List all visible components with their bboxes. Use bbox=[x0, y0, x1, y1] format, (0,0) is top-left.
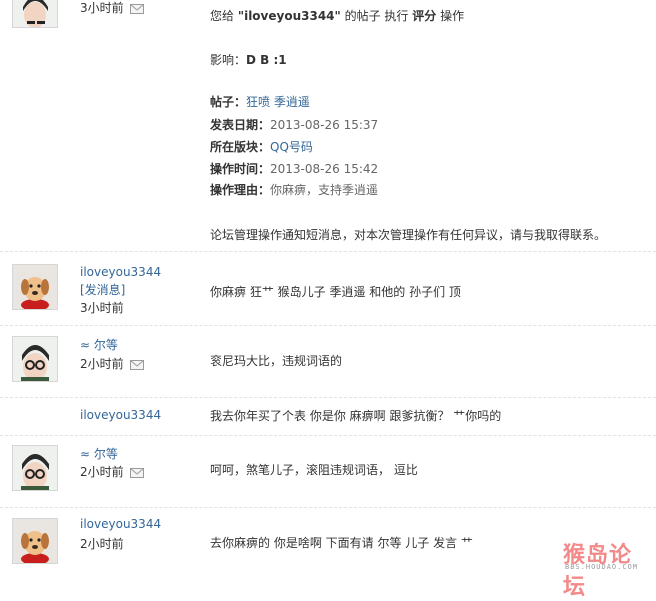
list-item: iloveyou3344 2小时前 去你麻痹的 你是啥啊 下面有请 尔等 儿子 … bbox=[0, 508, 656, 576]
message-content: 呵呵，煞笔儿子，滚阻违规词语， 逗比 bbox=[210, 463, 418, 477]
message-time: 3小时前 bbox=[80, 1, 124, 15]
message-time: 2小时前 bbox=[80, 535, 124, 552]
avatar[interactable] bbox=[12, 518, 58, 564]
field-label: 操作理由： bbox=[210, 183, 271, 197]
watermark-url: BBS.HOUDAO.COM bbox=[565, 563, 639, 571]
message-meta: 2小时前 bbox=[80, 463, 144, 480]
text-segment: 您给 bbox=[210, 9, 238, 23]
envelope-icon[interactable] bbox=[129, 359, 144, 370]
time-text: 2小时前 bbox=[80, 537, 124, 551]
username-link[interactable]: iloveyou3344 bbox=[80, 517, 161, 531]
thread-link[interactable]: 狂喷 季逍遥 bbox=[246, 95, 310, 109]
field-label: 所在版块： bbox=[210, 140, 271, 154]
message-meta: 3小时前 bbox=[80, 0, 144, 16]
site-watermark: 猴岛论坛 BBS.HOUDAO.COM bbox=[563, 537, 653, 600]
field-value: 你麻痹，支持季逍遥 bbox=[270, 183, 379, 197]
field-label: 操作时间： bbox=[210, 162, 271, 176]
time-text: 3小时前 bbox=[80, 301, 124, 315]
action-name: 评分 bbox=[412, 9, 437, 23]
field-label: 发表日期： bbox=[210, 118, 271, 132]
username-link[interactable]: iloveyou3344 bbox=[80, 265, 161, 279]
avatar[interactable] bbox=[12, 336, 58, 382]
time-text: 2小时前 bbox=[80, 357, 124, 371]
impact-value: D B :1 bbox=[246, 53, 287, 67]
message-content: 我去你年买了个表 你是你 麻痹啊 跟爹抗衡？ 艹你吗的 bbox=[210, 409, 502, 423]
impact-line: 影响：D B :1 bbox=[210, 51, 287, 68]
avatar[interactable] bbox=[12, 445, 58, 491]
list-item: ≈ 尔等 2小时前 衮尼玛大比，违规词语的 bbox=[0, 326, 656, 396]
avatar[interactable] bbox=[12, 264, 58, 310]
avatar-boy-glasses-icon bbox=[13, 446, 57, 490]
field-post-date: 发表日期：2013-08-26 15:37 bbox=[210, 116, 378, 133]
message-time: 3小时前 bbox=[80, 299, 124, 316]
envelope-icon[interactable] bbox=[129, 3, 144, 14]
field-operation-time: 操作时间：2013-08-26 15:42 bbox=[210, 160, 378, 177]
avatar[interactable] bbox=[12, 0, 58, 28]
field-value: 2013-08-26 15:37 bbox=[270, 118, 379, 132]
list-item: iloveyou3344 [发消息] 3小时前 你麻痹 狂艹 猴岛儿子 季逍遥 … bbox=[0, 252, 656, 324]
field-value: 2013-08-26 15:42 bbox=[270, 162, 379, 176]
username-link[interactable]: ≈ 尔等 bbox=[80, 336, 118, 353]
target-user: "iloveyou3344" bbox=[237, 9, 341, 23]
forum-link[interactable]: QQ号码 bbox=[270, 140, 313, 154]
username-link[interactable]: ≈ 尔等 bbox=[80, 445, 118, 462]
field-reason: 操作理由：你麻痹，支持季逍遥 bbox=[210, 181, 378, 198]
avatar-dog-icon bbox=[13, 265, 57, 309]
avatar-boy-glasses-icon bbox=[13, 0, 57, 27]
avatar-boy-glasses-icon bbox=[13, 337, 57, 381]
notice-line: 论坛管理操作通知短消息，对本次管理操作有任何异议，请与我取得联系。 bbox=[210, 228, 607, 242]
impact-label: 影响： bbox=[210, 53, 247, 67]
username-link[interactable]: iloveyou3344 bbox=[80, 408, 161, 422]
field-label: 帖子： bbox=[210, 95, 247, 109]
message-content: 衮尼玛大比，违规词语的 bbox=[210, 354, 343, 368]
text-segment: 操作 bbox=[436, 9, 465, 23]
envelope-icon[interactable] bbox=[129, 467, 144, 478]
send-message-link[interactable]: [发消息] bbox=[80, 281, 125, 298]
message-content: 去你麻痹的 你是啥啊 下面有请 尔等 儿子 发言 艹 bbox=[210, 536, 473, 550]
list-item: ≈ 尔等 2小时前 呵呵，煞笔儿子，滚阻违规词语， 逗比 bbox=[0, 436, 656, 506]
text-segment: 的帖子 执行 bbox=[340, 9, 413, 23]
system-notification: 3小时前 您给 "iloveyou3344" 的帖子 执行 评分 操作 影响：D… bbox=[0, 0, 656, 250]
rating-action-line: 您给 "iloveyou3344" 的帖子 执行 评分 操作 bbox=[210, 7, 464, 24]
message-meta: 2小时前 bbox=[80, 355, 144, 372]
list-item: iloveyou3344 我去你年买了个表 你是你 麻痹啊 跟爹抗衡？ 艹你吗的 bbox=[0, 398, 656, 434]
message-content: 你麻痹 狂艹 猴岛儿子 季逍遥 和他的 孙子们 顶 bbox=[210, 285, 461, 299]
time-text: 2小时前 bbox=[80, 465, 124, 479]
field-thread: 帖子：狂喷 季逍遥 bbox=[210, 93, 310, 110]
field-forum: 所在版块：QQ号码 bbox=[210, 138, 313, 155]
avatar-dog-icon bbox=[13, 519, 57, 563]
